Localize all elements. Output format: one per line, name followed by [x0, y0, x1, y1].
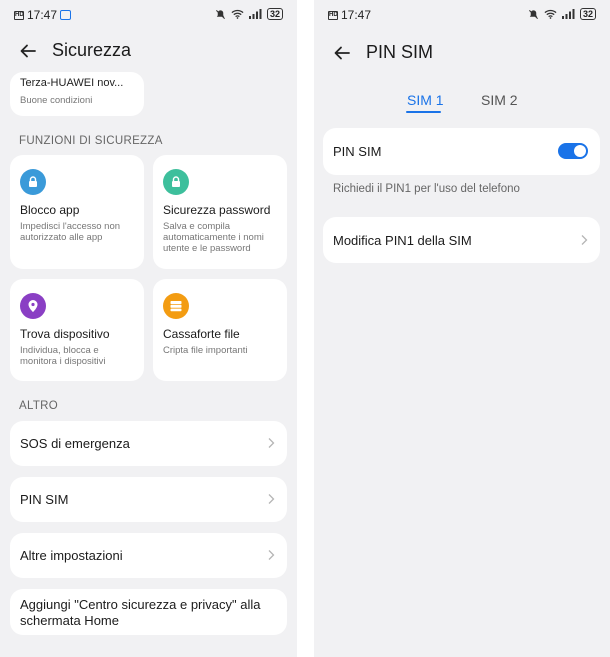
row-other-settings[interactable]: Altre impostazioni	[10, 533, 287, 578]
back-arrow-icon[interactable]	[332, 43, 352, 63]
status-time: 17:47	[341, 8, 372, 22]
tile-password-security[interactable]: Sicurezza password Salva e compila autom…	[153, 155, 287, 269]
toggle-knob	[574, 145, 586, 157]
page-title: PIN SIM	[366, 42, 434, 62]
lock-icon	[20, 169, 46, 195]
wifi-icon	[544, 9, 557, 19]
tile-file-safe[interactable]: Cassaforte file Cripta file importanti	[153, 279, 287, 381]
safe-icon	[163, 293, 189, 319]
chevron-right-icon	[268, 494, 275, 504]
row-label: Aggiungi "Centro sicurezza e privacy" al…	[20, 597, 261, 628]
mute-bell-icon	[215, 9, 225, 19]
hd-icon: HD	[14, 10, 24, 20]
tile-app-lock[interactable]: Blocco app Impedisci l'accesso non autor…	[10, 155, 144, 269]
tab-sim-2[interactable]: SIM 2	[481, 92, 518, 108]
row-label: SOS di emergenza	[20, 436, 130, 451]
page-title: Sicurezza	[52, 40, 132, 60]
partial-device-card[interactable]: Terza-HUAWEI nov... Buone condizioni	[10, 72, 144, 116]
pin-sim-toggle-row[interactable]: PIN SIM	[323, 128, 600, 175]
hd-icon: HD	[328, 10, 338, 20]
wifi-icon	[231, 9, 244, 19]
mute-bell-icon	[528, 9, 538, 19]
tile-description: Impedisci l'accesso non autorizzato alle…	[20, 221, 121, 243]
tile-title: Trova dispositivo	[20, 327, 110, 341]
status-time: 17:47	[27, 8, 58, 22]
chevron-right-icon	[581, 235, 588, 245]
row-label: Modifica PIN1 della SIM	[333, 233, 472, 248]
page-header: PIN SIM	[314, 40, 610, 66]
status-bar: HD 17:47 32	[314, 6, 610, 24]
section-label-other: ALTRO	[19, 400, 58, 412]
pin-hint-text: Richiedi il PIN1 per l'uso del telefono	[333, 183, 520, 195]
section-label-security-functions: FUNZIONI DI SICUREZZA	[19, 135, 163, 147]
row-label: Altre impostazioni	[20, 548, 123, 563]
chevron-right-icon	[268, 550, 275, 560]
device-card-title: Terza-HUAWEI nov...	[20, 77, 124, 89]
row-label: PIN SIM	[333, 144, 382, 159]
row-emergency-sos[interactable]: SOS di emergenza	[10, 421, 287, 466]
battery-icon: 32	[579, 8, 596, 20]
signal-icon	[561, 9, 575, 19]
tile-title: Blocco app	[20, 203, 80, 217]
device-card-status: Buone condizioni	[20, 95, 93, 106]
back-arrow-icon[interactable]	[18, 41, 38, 61]
notification-icon	[60, 10, 72, 20]
row-modify-pin1[interactable]: Modifica PIN1 della SIM	[323, 217, 600, 263]
status-bar: HD 17:47 32	[0, 6, 297, 24]
page-header: Sicurezza	[0, 38, 297, 64]
chevron-right-icon	[268, 438, 275, 448]
row-add-to-home[interactable]: Aggiungi "Centro sicurezza e privacy" al…	[10, 589, 287, 635]
tile-description: Salva e compila automaticamente i nomi u…	[163, 221, 264, 254]
signal-icon	[248, 9, 262, 19]
tab-sim-1[interactable]: SIM 1	[407, 92, 444, 108]
active-tab-indicator	[406, 111, 441, 113]
location-pin-icon	[20, 293, 46, 319]
tile-find-device[interactable]: Trova dispositivo Individua, blocca e mo…	[10, 279, 144, 381]
row-label: PIN SIM	[20, 492, 69, 507]
tile-title: Sicurezza password	[163, 203, 271, 217]
pin-sim-toggle[interactable]	[558, 143, 588, 159]
security-screen: HD 17:47 32 Sicurezza Terza-HUAWEI nov..…	[0, 0, 297, 657]
battery-icon: 32	[266, 8, 283, 20]
tile-description: Cripta file importanti	[163, 345, 248, 356]
row-pin-sim[interactable]: PIN SIM	[10, 477, 287, 522]
pin-sim-screen: HD 17:47 32 PIN SIM	[314, 0, 610, 657]
tile-description: Individua, blocca e monitora i dispositi…	[20, 345, 106, 367]
lock-icon	[163, 169, 189, 195]
tile-title: Cassaforte file	[163, 327, 240, 341]
